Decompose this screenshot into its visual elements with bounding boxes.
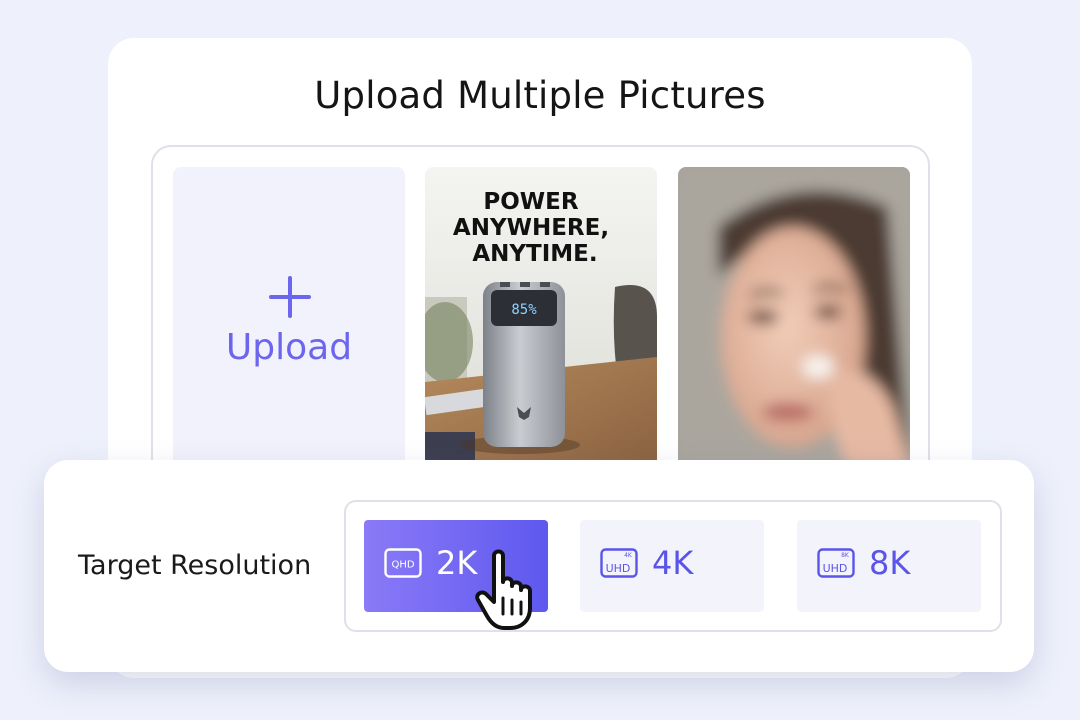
power-bank-screen-text: 85% (511, 302, 537, 318)
resolution-option-label: 8K (869, 544, 911, 582)
photo-thumbnail-power-bank[interactable]: 85% POWER ANYWHERE, ANYTIME. (425, 167, 657, 467)
resolution-options: QHD 2K 4K UHD 4K 8K UHD 8K (344, 500, 1002, 632)
upload-button[interactable]: Upload (173, 167, 405, 467)
power-bank-image: 85% POWER ANYWHERE, ANYTIME. (425, 167, 657, 467)
uhd-4k-icon: 4K UHD (600, 548, 638, 578)
upload-label: Upload (225, 327, 353, 368)
resolution-option-4k[interactable]: 4K UHD 4K (580, 520, 764, 612)
svg-text:UHD: UHD (606, 562, 631, 575)
woman-face-image (678, 167, 910, 467)
photo-thumbnail-woman[interactable] (678, 167, 910, 467)
uhd-8k-icon: 8K UHD (817, 548, 855, 578)
svg-text:UHD: UHD (823, 562, 848, 575)
qhd-icon: QHD (384, 548, 422, 578)
svg-text:4K: 4K (624, 552, 633, 559)
svg-text:QHD: QHD (391, 560, 414, 571)
hand-pointer-icon (475, 549, 532, 630)
target-resolution-label: Target Resolution (78, 550, 312, 581)
svg-text:8K: 8K (841, 552, 850, 559)
resolution-option-label: 4K (652, 544, 694, 582)
page-title: Upload Multiple Pictures (314, 74, 766, 117)
resolution-option-8k[interactable]: 8K UHD 8K (797, 520, 981, 612)
plus-icon (269, 276, 311, 318)
